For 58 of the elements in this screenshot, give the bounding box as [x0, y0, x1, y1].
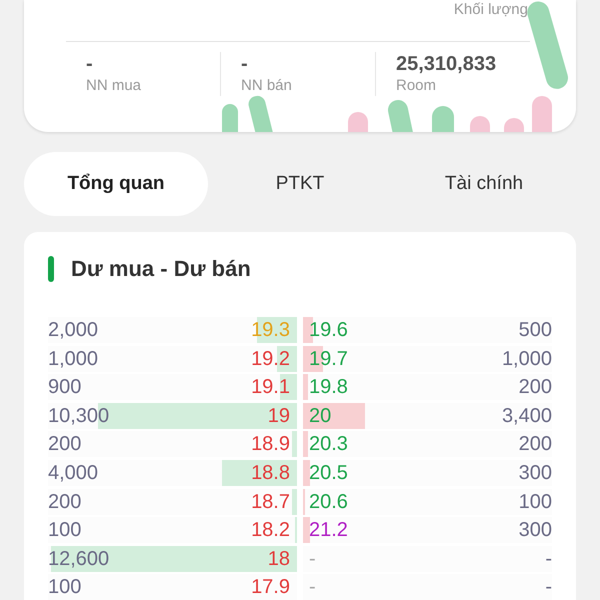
ask-volume: -: [545, 575, 552, 600]
candle: [504, 118, 524, 132]
candle: [532, 96, 552, 132]
bid-price: 17.9: [251, 575, 291, 600]
ask-price: 20.6: [308, 490, 348, 515]
bid-price: 18.2: [251, 518, 291, 544]
bid-volume: 100: [48, 518, 82, 544]
bid-price: 19.3: [251, 318, 291, 343]
candle: [432, 106, 454, 132]
bid-price: 18.7: [251, 490, 291, 515]
ask-volume: 300: [518, 518, 552, 544]
stat-label: Room: [396, 76, 436, 96]
bid-volume: 2,000: [48, 318, 98, 343]
bid-volume: 10,300: [48, 404, 110, 429]
bid-volume: 900: [48, 375, 82, 400]
candle: [222, 104, 238, 132]
volume-label: Khối lượng: [454, 1, 529, 19]
ask-price: 21.2: [308, 518, 348, 544]
bid-price: 18.9: [251, 432, 291, 458]
title-accent-bar: [48, 256, 54, 282]
ask-volume: 100: [518, 490, 552, 515]
ask-volume: 500: [518, 318, 552, 343]
ask-volume: 1,000: [502, 346, 552, 372]
ask-price: 20: [308, 404, 332, 429]
tab[interactable]: Tài chính: [392, 152, 576, 216]
stat-label: NN mua: [86, 76, 142, 96]
tab[interactable]: Tổng quan: [24, 152, 208, 216]
ask-volume: 200: [518, 375, 552, 400]
tab[interactable]: PTKT: [208, 152, 392, 216]
bid-price: 18: [268, 546, 291, 572]
ask-volume: -: [545, 546, 552, 572]
stat-label: NN bán: [241, 76, 292, 96]
bid-price: 19.2: [251, 346, 291, 372]
ask-price: 19.8: [308, 375, 348, 400]
ask-volume: 200: [518, 432, 552, 458]
ask-volume: 300: [518, 460, 552, 486]
section-title: Dư mua - Dư bán: [71, 256, 251, 282]
ask-price: 19.6: [308, 318, 348, 343]
ask-price: 19.7: [308, 346, 348, 372]
bid-price: 18.8: [251, 460, 291, 486]
bid-volume: 200: [48, 432, 82, 458]
bid-volume: 100: [48, 575, 82, 600]
ask-price: -: [308, 575, 316, 600]
bid-volume: 1,000: [48, 346, 98, 372]
stat-value: -: [86, 52, 93, 76]
ask-price: 20.5: [308, 460, 348, 486]
stat-value: 25,310,833: [396, 52, 496, 76]
ask-price: -: [308, 546, 316, 572]
bid-volume: 200: [48, 490, 82, 515]
candle: [470, 116, 490, 132]
bid-price: 19: [268, 404, 291, 429]
bid-volume: 12,600: [48, 546, 110, 572]
bid-price: 19.1: [251, 375, 291, 400]
ask-volume: 3,400: [502, 404, 552, 429]
candle: [348, 112, 368, 132]
ask-price: 20.3: [308, 432, 348, 458]
stat-value: -: [241, 52, 248, 76]
bid-volume: 4,000: [48, 460, 98, 486]
